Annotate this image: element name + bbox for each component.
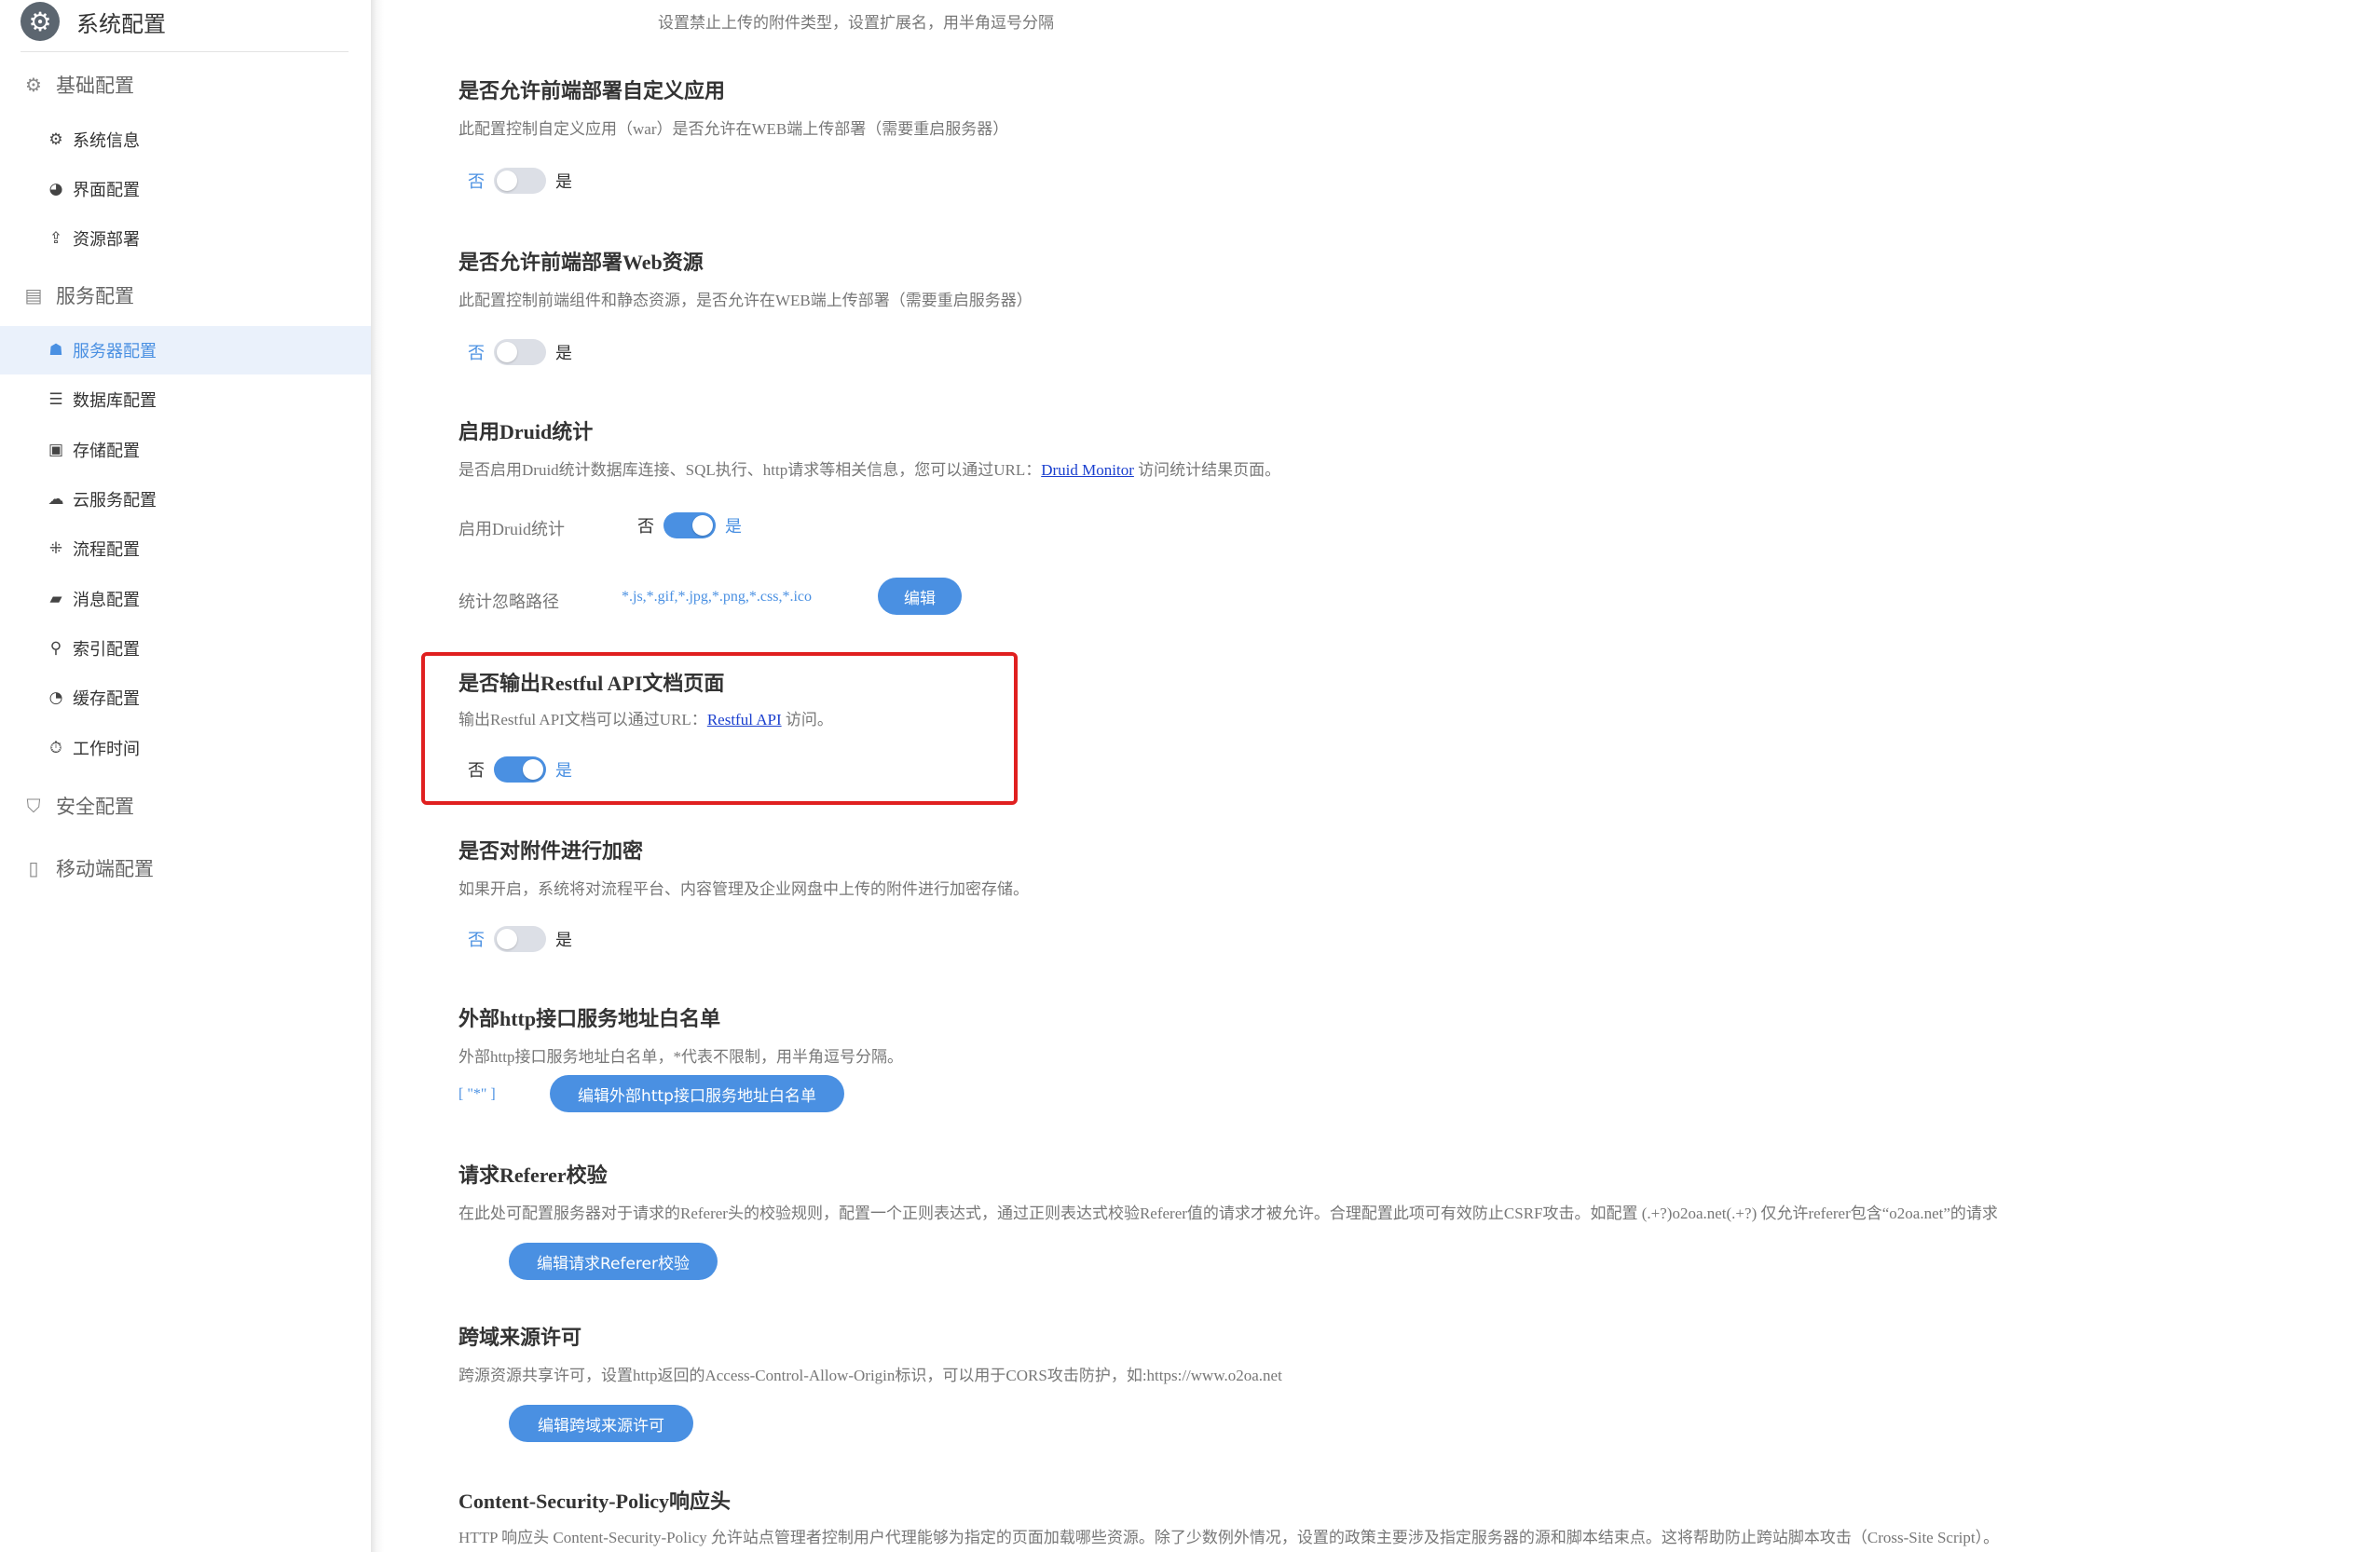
palette-icon: ◕ [48,180,63,198]
section-title: 是否允许前端部署自定义应用 [458,79,726,102]
cloud-icon: ☁ [48,490,64,509]
custom-app-toggle-row: 否 是 [458,168,581,194]
sidebar-item-database[interactable]: ☰ 数据库配置 [0,375,371,424]
section-title: 外部http接口服务地址白名单 [458,1007,721,1030]
whitelist-value: [ "*" ] [458,1086,496,1102]
desc-text: 访问统计结果页面。 [1133,461,1281,479]
sidebar-item-message[interactable]: ▰ 消息配置 [0,575,371,623]
divider [21,51,349,52]
mobile-icon: ▯ [28,857,39,879]
sidebar-item-ui[interactable]: ◕ 界面配置 [0,165,371,213]
toggle-yes-label: 是 [725,517,742,536]
sidebar-item-label: 存储配置 [73,442,140,461]
database-icon: ☰ [48,390,63,409]
sidebar-item-label: 流程配置 [73,540,140,560]
server-icon: ▤ [24,284,43,306]
section-desc: 外部http接口服务地址白名单，*代表不限制，用半角逗号分隔。 [458,1048,903,1066]
druid-ignore-value: *.js,*.gif,*.jpg,*.png,*.css,*.ico [622,589,812,605]
sidebar-group-mobile[interactable]: ▯ 移动端配置 [22,854,154,882]
sidebar-group-security[interactable]: ⛉ 安全配置 [22,792,135,820]
section-desc: 此配置控制自定义应用（war）是否允许在WEB端上传部署（需要重启服务器） [458,120,1009,138]
highlight-box [421,652,1018,805]
section-title: 是否对附件进行加密 [458,839,644,863]
sidebar-item-label: 数据库配置 [73,391,157,411]
sidebar-title: 系统配置 [76,10,166,37]
section-desc: 跨源资源共享许可，设置http返回的Access-Control-Allow-O… [458,1367,1282,1384]
druid-toggle-label: 启用Druid统计 [458,520,565,538]
attachment-type-desc: 设置禁止上传的附件类型，设置扩展名，用半角逗号分隔 [658,14,1054,32]
encrypt-toggle[interactable] [494,926,546,952]
sidebar-item-label: 工作时间 [73,740,140,759]
sidebar-item-label: 缓存配置 [73,689,140,709]
sidebar-item-system-info[interactable]: ⚙ 系统信息 [0,116,371,164]
edit-cors-button[interactable]: 编辑跨域来源许可 [509,1405,693,1442]
sidebar-item-server[interactable]: ☗ 服务器配置 [0,326,371,374]
sidebar-group-label: 移动端配置 [56,858,154,880]
druid-toggle[interactable] [663,512,716,538]
section-title: 是否允许前端部署Web资源 [458,251,704,274]
sidebar-header: ⚙ 系统配置 [21,0,349,43]
desc-text: 是否启用Druid统计数据库连接、SQL执行、http请求等相关信息，您可以通过… [458,461,1042,479]
sidebar-item-label: 云服务配置 [73,491,157,511]
gear-icon: ⚙ [25,74,42,96]
web-resource-toggle[interactable] [494,339,546,365]
web-resource-toggle-row: 否 是 [458,339,581,365]
section-title: 跨域来源许可 [458,1326,582,1349]
gear-icon: ⚙ [21,2,60,41]
sidebar-item-label: 资源部署 [73,230,140,250]
sidebar-border [371,0,384,1552]
storage-icon: ▣ [48,441,64,459]
server-icon: ☗ [48,341,63,360]
search-icon: ⚲ [49,639,62,658]
druid-ignore-label: 统计忽略路径 [458,592,559,611]
druid-monitor-link[interactable]: Druid Monitor [1041,461,1134,479]
sidebar-item-storage[interactable]: ▣ 存储配置 [0,426,371,474]
sidebar-item-worktime[interactable]: ⏱ 工作时间 [0,724,371,772]
sidebar-group-label: 基础配置 [56,75,134,97]
toggle-yes-label: 是 [555,344,572,362]
toggle-yes-label: 是 [555,931,572,949]
encrypt-toggle-row: 否 是 [458,926,581,952]
section-title: 启用Druid统计 [458,420,594,443]
sidebar-item-label: 消息配置 [73,591,140,610]
flow-icon: ⁜ [48,539,63,558]
sidebar-item-index[interactable]: ⚲ 索引配置 [0,624,371,673]
custom-app-toggle[interactable] [494,168,546,194]
section-title: Content-Security-Policy响应头 [458,1490,732,1513]
toggle-no-label: 否 [637,517,654,536]
druid-edit-button[interactable]: 编辑 [878,578,962,615]
sidebar-item-label: 服务器配置 [73,342,157,361]
section-desc: 此配置控制前端组件和静态资源，是否允许在WEB端上传部署（需要重启服务器） [458,292,1033,309]
sidebar-item-label: 系统信息 [73,131,140,151]
pie-icon: ◔ [48,688,63,707]
sidebar-group-basic[interactable]: ⚙ 基础配置 [22,71,134,99]
sidebar-item-label: 界面配置 [73,181,140,200]
sidebar-group-label: 安全配置 [56,796,134,818]
shield-icon: ⛉ [26,795,41,817]
sidebar-item-flow[interactable]: ⁜ 流程配置 [0,524,371,573]
section-desc: 如果开启，系统将对流程平台、内容管理及企业网盘中上传的附件进行加密存储。 [458,880,1029,898]
toggle-no-label: 否 [468,172,485,191]
toggle-no-label: 否 [468,344,485,362]
sidebar-group-service[interactable]: ▤ 服务配置 [22,281,134,309]
druid-toggle-row: 否 是 [628,512,751,538]
sidebar-item-resource[interactable]: ⇪ 资源部署 [0,214,371,263]
sidebar-group-label: 服务配置 [56,285,134,307]
gear-icon: ⚙ [48,130,63,149]
sidebar-item-cloud[interactable]: ☁ 云服务配置 [0,475,371,524]
message-icon: ▰ [49,590,62,608]
edit-referer-button[interactable]: 编辑请求Referer校验 [509,1243,718,1280]
toggle-yes-label: 是 [555,172,572,191]
edit-whitelist-button[interactable]: 编辑外部http接口服务地址白名单 [550,1075,844,1112]
upload-icon: ⇪ [48,229,63,248]
section-title: 请求Referer校验 [458,1164,608,1187]
timer-icon: ⏱ [49,739,62,757]
sidebar-item-cache[interactable]: ◔ 缓存配置 [0,674,371,722]
section-desc: 在此处可配置服务器对于请求的Referer头的校验规则，配置一个正则表达式，通过… [458,1205,1998,1222]
toggle-no-label: 否 [468,931,485,949]
sidebar: ⚙ 系统配置 ⚙ 基础配置 ⚙ 系统信息 ◕ 界面配置 ⇪ 资源部署 ▤ 服务配… [0,0,371,1552]
section-desc: HTTP 响应头 Content-Security-Policy 允许站点管理者… [458,1529,2000,1546]
sidebar-item-label: 索引配置 [73,640,140,660]
section-desc: 是否启用Druid统计数据库连接、SQL执行、http请求等相关信息，您可以通过… [458,456,1280,480]
